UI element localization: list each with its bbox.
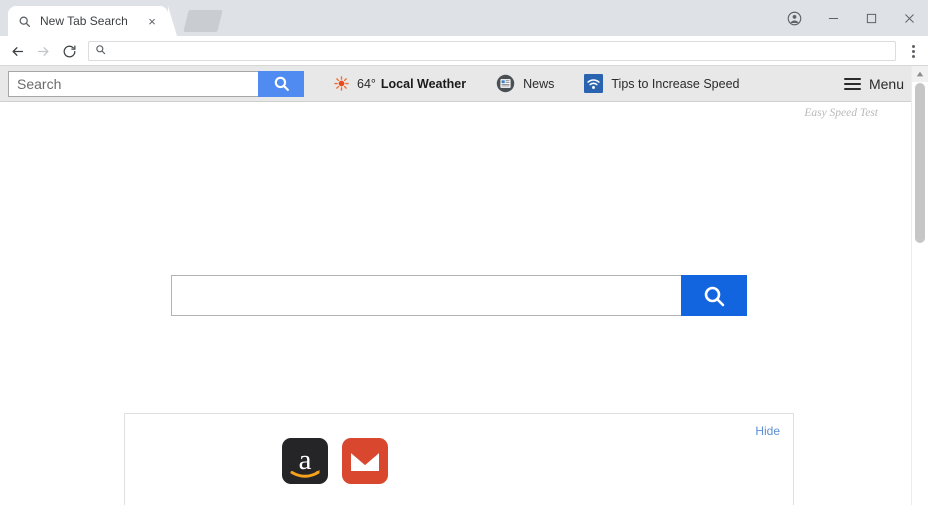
toolbar-search-group (8, 70, 304, 97)
search-icon (16, 13, 32, 29)
toolbar-search-button[interactable] (258, 70, 304, 97)
toolbar-item-tips-to-increase-speed[interactable]: Tips to Increase Speed (584, 74, 739, 93)
menu-label: Menu (868, 75, 904, 92)
search-icon (95, 42, 106, 60)
back-arrow-icon[interactable] (4, 38, 30, 64)
shortcuts-panel: Hide a (124, 413, 794, 505)
browser-window: New Tab Search × Search 64° Local Weathe… (0, 0, 928, 505)
forward-arrow-icon (30, 38, 56, 64)
tab-strip: New Tab Search × (0, 0, 928, 36)
scroll-up-arrow-icon[interactable] (912, 66, 928, 82)
news-label: News (523, 76, 555, 91)
toolbar-item-local-weather[interactable]: 64° Local Weather (334, 76, 466, 91)
page-viewport: 64° Local Weather (0, 66, 928, 505)
profile-avatar-icon[interactable] (774, 3, 814, 33)
three-dot-menu-icon[interactable] (902, 38, 924, 64)
toolbar-menu-button[interactable]: Menu (843, 75, 904, 92)
weather-label: Local Weather (380, 76, 467, 91)
extension-toolbar: 64° Local Weather (0, 66, 928, 102)
browser-toolbar (0, 36, 928, 66)
shortcut-gmail[interactable] (342, 438, 388, 484)
tab-new-tab-search[interactable]: New Tab Search × (8, 6, 177, 36)
tab-title: New Tab Search (40, 14, 128, 28)
shortcut-tiles: a (282, 438, 388, 484)
weather-temperature: 64° (357, 76, 376, 91)
address-bar[interactable] (88, 41, 896, 61)
newspaper-icon (496, 74, 515, 93)
wifi-speed-icon (584, 74, 604, 93)
window-controls (774, 0, 928, 36)
hide-shortcuts-link[interactable]: Hide (755, 424, 780, 438)
reload-icon[interactable] (56, 38, 82, 64)
close-window-button[interactable] (890, 3, 928, 33)
close-icon[interactable]: × (144, 13, 160, 29)
maximize-button[interactable] (852, 3, 890, 33)
shortcut-amazon[interactable]: a (282, 438, 328, 484)
page-scrollbar[interactable] (911, 66, 928, 505)
minimize-button[interactable] (814, 3, 852, 33)
tips-label: Tips to Increase Speed (611, 76, 740, 91)
main-search-group (171, 275, 747, 316)
main-search-button[interactable] (681, 275, 747, 316)
hamburger-menu-icon (843, 77, 861, 90)
toolbar-search-input[interactable] (8, 70, 258, 97)
sun-weather-icon (334, 76, 349, 91)
scrollbar-thumb[interactable] (915, 83, 925, 243)
toolbar-item-news[interactable]: News (496, 74, 554, 93)
brand-watermark: Easy Speed Test (804, 107, 878, 119)
main-search-input[interactable] (171, 275, 681, 316)
svg-text:a: a (299, 444, 312, 476)
new-tab-button[interactable] (183, 10, 223, 32)
